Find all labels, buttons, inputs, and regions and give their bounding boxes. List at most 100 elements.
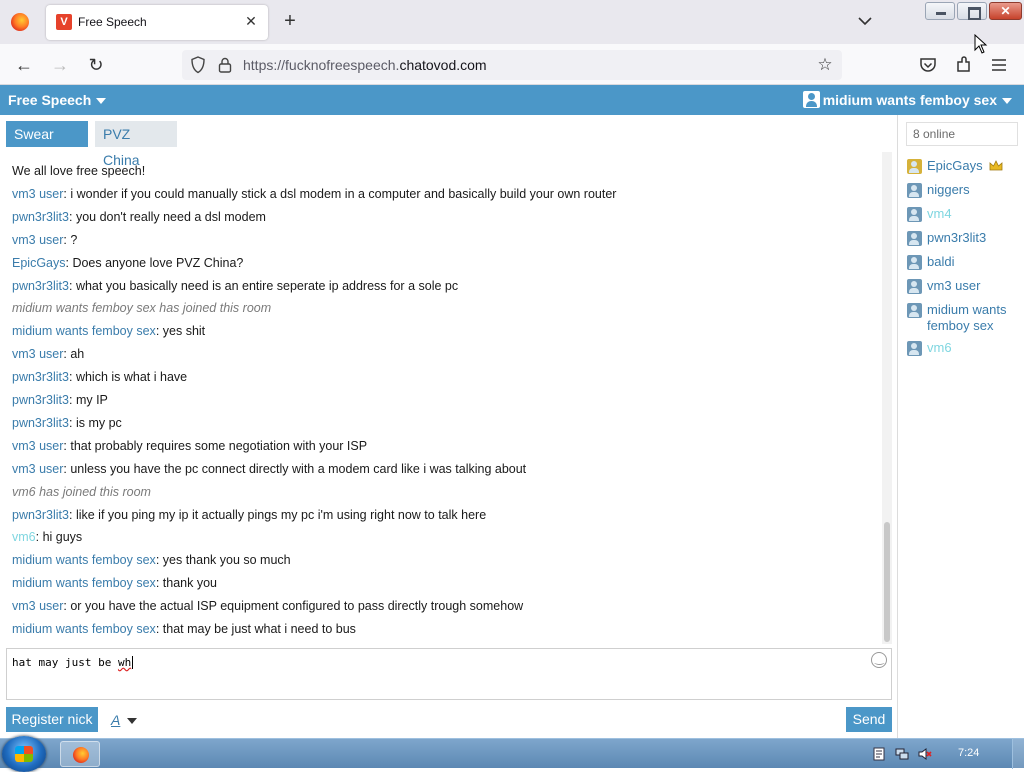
message-text: like if you ping my ip it actually pings…: [75, 507, 487, 522]
message-nick[interactable]: pwn3r3lit3: [12, 416, 69, 430]
window-close-button[interactable]: [989, 2, 1022, 20]
send-button[interactable]: Send: [846, 707, 892, 732]
message-nick[interactable]: vm3 user: [12, 439, 63, 453]
text-format-button[interactable]: A: [111, 712, 141, 730]
message-text: that may be just what i need to bus: [162, 622, 356, 636]
tab-pvz-china[interactable]: PVZ China: [95, 121, 177, 168]
user-name[interactable]: EpicGays: [927, 158, 1024, 174]
user-icon: [907, 279, 922, 294]
tab-swear-chat[interactable]: Swear Chat: [6, 121, 88, 168]
user-name[interactable]: niggers: [927, 182, 1024, 198]
forward-icon[interactable]: →: [47, 52, 73, 78]
bookmark-star-icon[interactable]: ☆: [814, 54, 836, 76]
message-text: hi guys: [42, 530, 83, 545]
new-tab-icon[interactable]: +: [280, 11, 300, 31]
current-user-menu[interactable]: midium wants femboy sex: [823, 92, 1012, 108]
message-nick[interactable]: midium wants femboy sex: [12, 576, 156, 590]
tracking-shield-icon[interactable]: [190, 56, 206, 74]
message-nick[interactable]: vm3 user: [12, 599, 63, 613]
register-nick-button[interactable]: Register nick: [6, 707, 98, 732]
message-nick[interactable]: vm6: [12, 485, 36, 499]
user-name[interactable]: baldi: [927, 254, 1024, 270]
window-minimize-button[interactable]: [925, 2, 955, 20]
room-menu[interactable]: Free Speech: [8, 92, 107, 108]
hamburger-menu-icon[interactable]: [990, 56, 1008, 74]
back-icon[interactable]: ←: [11, 52, 37, 78]
tray-network-icon[interactable]: [895, 747, 909, 761]
message-nick[interactable]: pwn3r3lit3: [12, 210, 69, 224]
message-input-text[interactable]: hat may just be wh: [12, 656, 134, 669]
user-icon: [907, 255, 922, 270]
taskbar-firefox-button[interactable]: [60, 741, 100, 767]
pocket-icon[interactable]: [918, 55, 938, 75]
lock-icon[interactable]: [218, 56, 232, 74]
message-input[interactable]: hat may just be wh: [6, 648, 892, 700]
mouse-cursor-icon: [974, 34, 988, 54]
message-list: We all love free speech! vm3 user: i wond…: [0, 155, 882, 645]
start-button[interactable]: [2, 736, 46, 772]
chat-message: vm3 user: ?: [12, 232, 78, 247]
url-bar[interactable]: https://fucknofreespeech.chatovod.com ☆: [182, 50, 842, 80]
chat-message: midium wants femboy sex: yes shit: [12, 324, 206, 339]
windows-taskbar: 7:24: [0, 736, 1024, 772]
message-nick[interactable]: pwn3r3lit3: [12, 508, 69, 522]
message-text: Does anyone love PVZ China?: [72, 255, 244, 270]
message-text: what you basically need is an entire sep…: [75, 278, 459, 293]
system-message-text: has joined this room: [39, 484, 151, 499]
message-nick[interactable]: pwn3r3lit3: [12, 279, 69, 293]
firefox-icon[interactable]: [11, 13, 29, 31]
chat-message: pwn3r3lit3: which is what i have: [12, 370, 188, 385]
chat-message: vm3 user: ah: [12, 347, 85, 362]
browser-tab[interactable]: V Free Speech ✕: [46, 5, 268, 40]
message-text: unless you have the pc connect directly …: [70, 461, 527, 476]
reload-icon[interactable]: ↻: [83, 52, 109, 78]
user-name[interactable]: pwn3r3lit3: [927, 230, 1024, 246]
user-icon: [907, 207, 922, 222]
user-icon: [907, 303, 922, 318]
tab-close-icon[interactable]: ✕: [242, 12, 260, 30]
user-avatar-icon: [803, 91, 820, 108]
message-nick[interactable]: vm3 user: [12, 233, 63, 247]
message-text: i wonder if you could manually stick a d…: [70, 186, 617, 201]
url-text[interactable]: https://fucknofreespeech.chatovod.com: [243, 57, 487, 73]
message-text: We all love free speech!: [12, 164, 146, 178]
user-icon: [907, 159, 922, 174]
message-nick[interactable]: vm6: [12, 530, 36, 544]
message-text: yes thank you so much: [162, 553, 291, 568]
chat-message: vm3 user: that probably requires some ne…: [12, 438, 368, 453]
chat-message: midium wants femboy sex: yes thank you s…: [12, 553, 291, 568]
user-name[interactable]: vm3 user: [927, 278, 1024, 294]
chatovod-favicon-icon: V: [56, 14, 72, 30]
message-text: thank you: [162, 576, 217, 591]
user-name[interactable]: midium wants femboy sex: [927, 302, 1024, 334]
message-nick[interactable]: pwn3r3lit3: [12, 370, 69, 384]
message-nick[interactable]: midium wants femboy sex: [12, 324, 156, 338]
show-desktop-button[interactable]: [1012, 739, 1024, 769]
tab-list-chevron-icon[interactable]: [856, 12, 874, 30]
message-nick[interactable]: midium wants femboy sex: [12, 622, 156, 636]
message-nick[interactable]: midium wants femboy sex: [12, 553, 156, 567]
message-text: that probably requires some negotiation …: [70, 438, 368, 453]
chat-message: pwn3r3lit3: like if you ping my ip it ac…: [12, 507, 487, 522]
window-maximize-button[interactable]: [957, 2, 987, 20]
extensions-icon[interactable]: [954, 55, 974, 75]
chat-message: vm6 has joined this room: [12, 485, 151, 499]
chat-message: pwn3r3lit3: is my pc: [12, 415, 122, 430]
user-icon: [907, 183, 922, 198]
smiley-icon[interactable]: [871, 652, 887, 668]
message-nick[interactable]: EpicGays: [12, 256, 66, 270]
chat-message: pwn3r3lit3: what you basically need is a…: [12, 278, 459, 293]
message-nick[interactable]: vm3 user: [12, 347, 63, 361]
tray-volume-muted-icon[interactable]: [918, 747, 932, 761]
taskbar-clock[interactable]: 7:24: [958, 747, 979, 759]
tray-document-icon[interactable]: [872, 747, 886, 761]
message-text: my IP: [75, 393, 108, 407]
message-scrollbar-thumb[interactable]: [884, 522, 890, 642]
message-text: or you have the actual ISP equipment con…: [70, 599, 524, 614]
message-nick[interactable]: pwn3r3lit3: [12, 393, 69, 407]
user-sidebar: 8 online EpicGays niggers vm4 pwn3r3lit3 bal…: [897, 115, 1024, 738]
message-nick[interactable]: vm3 user: [12, 462, 63, 476]
message-nick[interactable]: vm3 user: [12, 187, 63, 201]
user-name[interactable]: vm6: [927, 340, 1024, 356]
user-name[interactable]: vm4: [927, 206, 1024, 222]
